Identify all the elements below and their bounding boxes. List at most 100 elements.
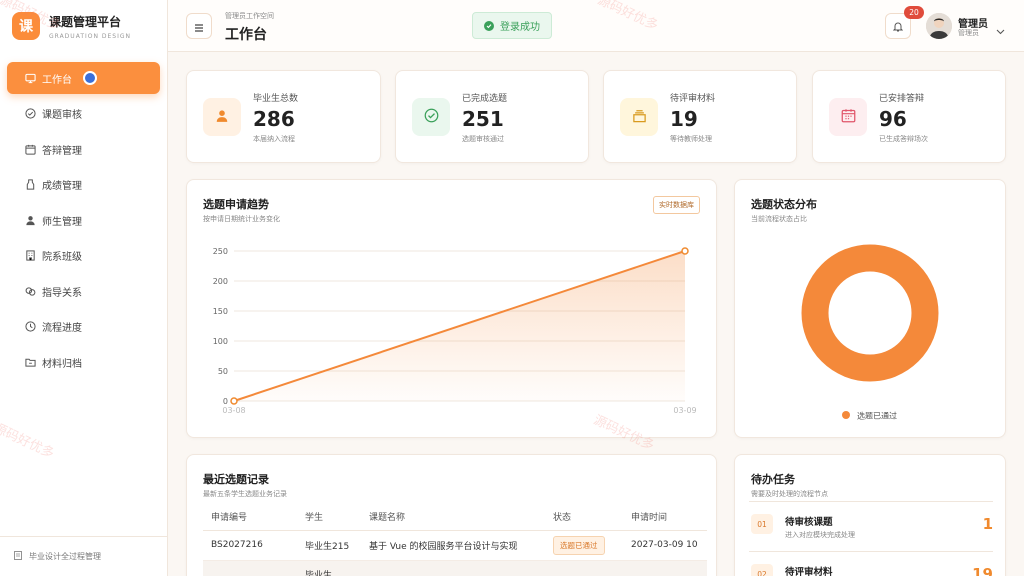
sidebar-item-label: 院系班级 [42,252,82,263]
sidebar-item-topic-review[interactable]: 课题审核 [7,98,160,130]
stat-subtext: 等待教师处理 [670,135,712,143]
todo-item[interactable]: 01 待审核课题 进入对应模块完成处理 1 [749,501,993,547]
sidebar-item-progress[interactable]: 流程进度 [7,311,160,343]
cell-topic [361,560,545,576]
sidebar-nav: 工作台 课题审核 答辩管理 成绩管理 师生管理 院系班级 指导关系 流程进度 材… [0,62,167,378]
card-subtitle: 需要及时处理的流程节点 [751,490,828,498]
column-header: 学生 [297,503,361,531]
brand-logo: 课 [12,12,40,40]
stat-label: 已完成选题 [462,94,508,104]
sidebar-item-teachers-students[interactable]: 师生管理 [7,204,160,236]
trend-chart: 0 50 100 150 200 250 03-08 03-09 [213,247,697,415]
stat-icon-box [412,98,450,136]
cursor-indicator [83,71,97,85]
cell-id [203,560,297,576]
sidebar-item-label: 成绩管理 [42,181,82,192]
chevron-down-icon[interactable] [996,20,1005,39]
recent-records-table: 申请编号 学生 课题名称 状态 申请时间 BS2027216 毕业生215 基于… [203,503,707,576]
column-header: 状态 [545,503,623,531]
clock-icon [24,321,36,333]
legend-swatch [842,411,850,419]
cell-time: 2027-03-09 10 [623,530,707,561]
x-tick-label: 03-09 [673,406,696,415]
sidebar-item-grades[interactable]: 成绩管理 [7,169,160,201]
sidebar-item-label: 工作台 [42,74,72,86]
todo-item[interactable]: 02 待评审材料 19 [749,551,993,576]
cell-status [545,560,623,576]
column-header: 申请时间 [623,503,707,531]
y-tick-label: 200 [213,277,228,286]
jar-icon [24,179,36,191]
card-title: 待办任务 [751,473,795,486]
sidebar: 课 课题管理平台 GRADUATION DESIGN 工作台 课题审核 答辩管理… [0,0,168,576]
donut-slice[interactable] [801,244,939,382]
todo-number: 02 [751,564,773,576]
sidebar-item-advising[interactable]: 指导关系 [7,275,160,307]
sidebar-item-label: 指导关系 [42,287,82,299]
brand: 课 课题管理平台 GRADUATION DESIGN [0,0,167,52]
stat-subtext: 本届纳入流程 [253,135,295,143]
sidebar-item-departments[interactable]: 院系班级 [7,240,160,272]
cell-topic: 基于 Vue 的校园服务平台设计与实现 [361,530,545,561]
check-circle-icon [424,108,439,127]
menu-icon [194,17,204,36]
y-tick-label: 250 [213,247,228,256]
brand-subtitle: GRADUATION DESIGN [49,32,132,40]
stat-label: 已安排答辩 [879,94,925,104]
user-icon [215,108,229,127]
folder-icon [24,356,36,368]
sidebar-item-label: 流程进度 [42,323,82,334]
table-row[interactable]: BS2027216 毕业生215 基于 Vue 的校园服务平台设计与实现 选题已… [203,530,707,561]
stat-value: 19 [670,107,698,131]
sidebar-item-label: 材料归档 [42,358,82,370]
table-row[interactable]: 毕业生 [203,560,707,576]
sidebar-footer: 毕业设计全过程管理 [0,536,168,576]
sidebar-item-dashboard[interactable]: 工作台 [7,62,160,94]
building-icon [24,250,36,262]
column-header: 申请编号 [203,503,297,531]
calendar-icon [24,143,36,155]
todo-subtitle: 进入对应模块完成处理 [785,531,855,539]
status-badge: 选题已通过 [553,535,605,555]
calendar-icon [841,108,856,127]
stat-card-pending-materials: 待评审材料 19 等待教师处理 [603,70,797,163]
user-role: 管理员 [958,29,979,37]
table-header-row: 申请编号 学生 课题名称 状态 申请时间 [203,503,707,531]
stat-card-defenses: 已安排答辩 96 已生成答辩场次 [812,70,1006,163]
legend-label[interactable]: 选题已通过 [857,411,897,421]
notification-count-badge: 20 [904,6,924,19]
sidebar-item-label: 师生管理 [42,216,82,228]
avatar[interactable] [926,13,952,39]
breadcrumb: 管理员工作空间 [225,12,274,20]
trend-chart-card: 选题申请趋势 按申请日期统计业务变化 实时数据库 0 50 100 150 200 250… [186,179,717,438]
link-icon [24,285,36,297]
stat-label: 毕业生总数 [253,94,299,104]
todo-title: 待审核课题 [785,517,833,528]
toast-text: 登录成功 [500,22,540,33]
data-point[interactable] [681,247,689,255]
menu-toggle-button[interactable] [186,13,212,39]
card-title: 最近选题记录 [203,473,269,486]
x-tick-label: 03-08 [222,406,245,415]
user-icon [24,214,36,226]
y-tick-label: 100 [213,337,228,346]
donut-chart: 选题已通过 [801,244,939,421]
sidebar-item-defense[interactable]: 答辩管理 [7,133,160,165]
cell-id: BS2027216 [203,530,297,561]
y-tick-label: 150 [213,307,228,316]
stat-subtext: 已生成答辩场次 [879,135,928,143]
todo-count: 19 [972,565,993,576]
success-toast: 登录成功 [472,12,552,39]
cell-time [623,560,707,576]
stat-icon-box [203,98,241,136]
top-header: 管理员工作空间 工作台 登录成功 20 管理员 管理员 [168,0,1024,52]
sidebar-item-label: 答辩管理 [42,145,82,157]
stat-icon-box [620,98,658,136]
data-point[interactable] [230,397,238,405]
todo-title: 待评审材料 [785,567,833,576]
todo-card: 待办任务 需要及时处理的流程节点 01 待审核课题 进入对应模块完成处理 1 0… [734,454,1006,576]
brand-title: 课题管理平台 [49,14,122,29]
stat-card-graduates: 毕业生总数 286 本届纳入流程 [186,70,381,163]
sidebar-item-archive[interactable]: 材料归档 [7,346,160,378]
todo-count: 1 [982,515,993,533]
